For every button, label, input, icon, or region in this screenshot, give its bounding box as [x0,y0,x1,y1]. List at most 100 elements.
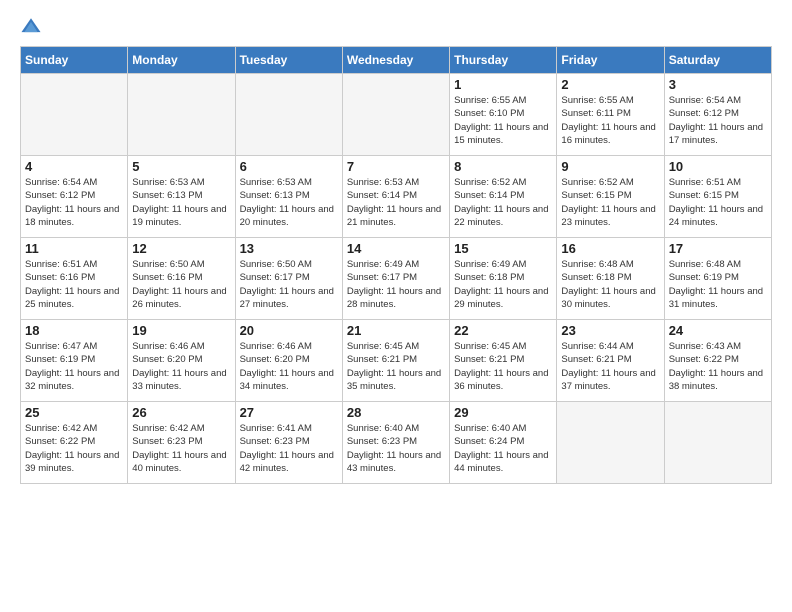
day-info: Sunrise: 6:40 AM Sunset: 6:24 PM Dayligh… [454,422,552,475]
day-number: 29 [454,405,552,420]
calendar-cell: 5 Sunrise: 6:53 AM Sunset: 6:13 PM Daylig… [128,156,235,238]
day-number: 5 [132,159,230,174]
day-info: Sunrise: 6:47 AM Sunset: 6:19 PM Dayligh… [25,340,123,393]
calendar-cell: 23 Sunrise: 6:44 AM Sunset: 6:21 PM Dayli… [557,320,664,402]
calendar-cell: 8 Sunrise: 6:52 AM Sunset: 6:14 PM Daylig… [450,156,557,238]
day-info: Sunrise: 6:48 AM Sunset: 6:18 PM Dayligh… [561,258,659,311]
calendar-cell: 15 Sunrise: 6:49 AM Sunset: 6:18 PM Dayli… [450,238,557,320]
calendar-cell: 29 Sunrise: 6:40 AM Sunset: 6:24 PM Dayli… [450,402,557,484]
weekday-header-wednesday: Wednesday [342,47,449,74]
calendar-cell: 16 Sunrise: 6:48 AM Sunset: 6:18 PM Dayli… [557,238,664,320]
day-info: Sunrise: 6:55 AM Sunset: 6:10 PM Dayligh… [454,94,552,147]
calendar-cell: 20 Sunrise: 6:46 AM Sunset: 6:20 PM Dayli… [235,320,342,402]
calendar-cell: 9 Sunrise: 6:52 AM Sunset: 6:15 PM Daylig… [557,156,664,238]
calendar-cell: 21 Sunrise: 6:45 AM Sunset: 6:21 PM Dayli… [342,320,449,402]
day-info: Sunrise: 6:54 AM Sunset: 6:12 PM Dayligh… [25,176,123,229]
day-info: Sunrise: 6:44 AM Sunset: 6:21 PM Dayligh… [561,340,659,393]
calendar-cell: 24Sunrise: 6:43 AM Sunset: 6:22 PM Dayli… [664,320,771,402]
calendar-cell: 17Sunrise: 6:48 AM Sunset: 6:19 PM Dayli… [664,238,771,320]
day-number: 7 [347,159,445,174]
calendar-cell [664,402,771,484]
day-info: Sunrise: 6:52 AM Sunset: 6:15 PM Dayligh… [561,176,659,229]
day-number: 16 [561,241,659,256]
calendar-cell: 6 Sunrise: 6:53 AM Sunset: 6:13 PM Daylig… [235,156,342,238]
day-number: 20 [240,323,338,338]
weekday-header-thursday: Thursday [450,47,557,74]
calendar-cell: 4 Sunrise: 6:54 AM Sunset: 6:12 PM Daylig… [21,156,128,238]
day-number: 19 [132,323,230,338]
week-row-2: 4 Sunrise: 6:54 AM Sunset: 6:12 PM Daylig… [21,156,772,238]
day-info: Sunrise: 6:51 AM Sunset: 6:15 PM Dayligh… [669,176,767,229]
day-info: Sunrise: 6:40 AM Sunset: 6:23 PM Dayligh… [347,422,445,475]
day-number: 22 [454,323,552,338]
calendar-cell [342,74,449,156]
calendar-cell: 27Sunrise: 6:41 AM Sunset: 6:23 PM Dayli… [235,402,342,484]
week-row-5: 25 Sunrise: 6:42 AM Sunset: 6:22 PM Dayli… [21,402,772,484]
day-info: Sunrise: 6:41 AM Sunset: 6:23 PM Dayligh… [240,422,338,475]
calendar-cell [21,74,128,156]
weekday-header-friday: Friday [557,47,664,74]
day-number: 8 [454,159,552,174]
calendar-cell: 25 Sunrise: 6:42 AM Sunset: 6:22 PM Dayli… [21,402,128,484]
calendar-cell: 3Sunrise: 6:54 AM Sunset: 6:12 PM Daylig… [664,74,771,156]
day-number: 28 [347,405,445,420]
day-number: 6 [240,159,338,174]
weekday-header-sunday: Sunday [21,47,128,74]
calendar-cell: 28 Sunrise: 6:40 AM Sunset: 6:23 PM Dayli… [342,402,449,484]
day-info: Sunrise: 6:46 AM Sunset: 6:20 PM Dayligh… [240,340,338,393]
week-row-3: 11 Sunrise: 6:51 AM Sunset: 6:16 PM Dayli… [21,238,772,320]
day-info: Sunrise: 6:46 AM Sunset: 6:20 PM Dayligh… [132,340,230,393]
day-number: 4 [25,159,123,174]
day-info: Sunrise: 6:50 AM Sunset: 6:17 PM Dayligh… [240,258,338,311]
day-info: Sunrise: 6:53 AM Sunset: 6:14 PM Dayligh… [347,176,445,229]
week-row-1: 1 Sunrise: 6:55 AM Sunset: 6:10 PM Daylig… [21,74,772,156]
day-info: Sunrise: 6:52 AM Sunset: 6:14 PM Dayligh… [454,176,552,229]
day-number: 17 [669,241,767,256]
day-number: 2 [561,77,659,92]
day-number: 15 [454,241,552,256]
day-info: Sunrise: 6:50 AM Sunset: 6:16 PM Dayligh… [132,258,230,311]
calendar-cell: 11 Sunrise: 6:51 AM Sunset: 6:16 PM Dayli… [21,238,128,320]
day-info: Sunrise: 6:42 AM Sunset: 6:23 PM Dayligh… [132,422,230,475]
weekday-header-tuesday: Tuesday [235,47,342,74]
calendar-cell: 19 Sunrise: 6:46 AM Sunset: 6:20 PM Dayli… [128,320,235,402]
day-info: Sunrise: 6:42 AM Sunset: 6:22 PM Dayligh… [25,422,123,475]
day-number: 3 [669,77,767,92]
day-number: 26 [132,405,230,420]
week-row-4: 18 Sunrise: 6:47 AM Sunset: 6:19 PM Dayli… [21,320,772,402]
weekday-header-monday: Monday [128,47,235,74]
logo-icon [20,16,42,38]
calendar-cell: 10Sunrise: 6:51 AM Sunset: 6:15 PM Dayli… [664,156,771,238]
day-number: 18 [25,323,123,338]
calendar-cell: 13 Sunrise: 6:50 AM Sunset: 6:17 PM Dayli… [235,238,342,320]
calendar-cell: 7 Sunrise: 6:53 AM Sunset: 6:14 PM Daylig… [342,156,449,238]
day-number: 12 [132,241,230,256]
calendar-cell [235,74,342,156]
day-number: 14 [347,241,445,256]
day-info: Sunrise: 6:49 AM Sunset: 6:18 PM Dayligh… [454,258,552,311]
page: SundayMondayTuesdayWednesdayThursdayFrid… [0,0,792,612]
calendar-cell: 14 Sunrise: 6:49 AM Sunset: 6:17 PM Dayli… [342,238,449,320]
calendar-cell: 2 Sunrise: 6:55 AM Sunset: 6:11 PM Daylig… [557,74,664,156]
day-number: 21 [347,323,445,338]
day-number: 23 [561,323,659,338]
day-number: 9 [561,159,659,174]
day-number: 24 [669,323,767,338]
day-info: Sunrise: 6:51 AM Sunset: 6:16 PM Dayligh… [25,258,123,311]
day-info: Sunrise: 6:45 AM Sunset: 6:21 PM Dayligh… [347,340,445,393]
day-number: 1 [454,77,552,92]
day-info: Sunrise: 6:49 AM Sunset: 6:17 PM Dayligh… [347,258,445,311]
day-number: 11 [25,241,123,256]
weekday-header-row: SundayMondayTuesdayWednesdayThursdayFrid… [21,47,772,74]
header [20,16,772,38]
day-info: Sunrise: 6:45 AM Sunset: 6:21 PM Dayligh… [454,340,552,393]
day-info: Sunrise: 6:55 AM Sunset: 6:11 PM Dayligh… [561,94,659,147]
day-info: Sunrise: 6:53 AM Sunset: 6:13 PM Dayligh… [132,176,230,229]
calendar-cell: 1 Sunrise: 6:55 AM Sunset: 6:10 PM Daylig… [450,74,557,156]
calendar-cell [128,74,235,156]
day-number: 25 [25,405,123,420]
calendar-cell [557,402,664,484]
day-info: Sunrise: 6:53 AM Sunset: 6:13 PM Dayligh… [240,176,338,229]
day-number: 13 [240,241,338,256]
calendar-cell: 12 Sunrise: 6:50 AM Sunset: 6:16 PM Dayli… [128,238,235,320]
